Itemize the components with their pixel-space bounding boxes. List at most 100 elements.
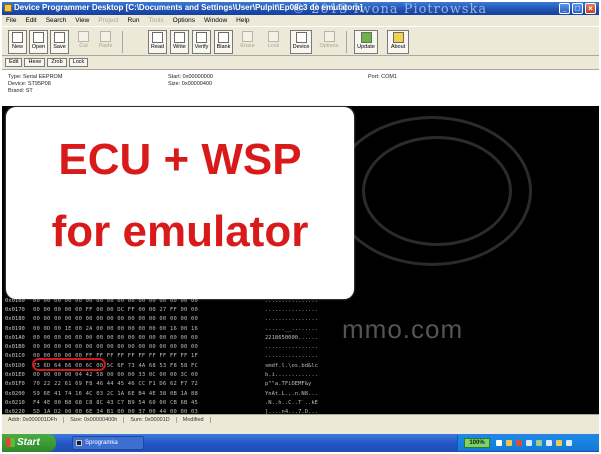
- hex-ascii[interactable]: ................: [265, 353, 345, 359]
- scissors-icon: [78, 31, 89, 42]
- hex-row[interactable]: 0x0190 00 0D 00 1E 00 2A 00 00 00 00 00 0…: [5, 324, 345, 333]
- hex-row[interactable]: 0x01E0 00 00 00 00 04 42 58 00 00 00 33 0…: [5, 370, 345, 379]
- title-bar: Device Programmer Desktop [C:\Documents …: [2, 2, 599, 17]
- hex-row[interactable]: 0x01A0 00 00 00 00 00 00 00 00 00 00 00 0…: [5, 333, 345, 342]
- save-button[interactable]: Save: [50, 30, 69, 54]
- hex-ascii[interactable]: .N..h..C..T`..kE: [265, 400, 345, 406]
- lock-button[interactable]: Lock: [264, 30, 283, 54]
- windows-flag-icon: [6, 438, 15, 447]
- update-button[interactable]: Update: [354, 30, 378, 54]
- hex-ascii[interactable]: smdf.l.\os.bd&lc: [265, 363, 345, 369]
- device-button[interactable]: Device: [290, 30, 312, 54]
- menu-window[interactable]: Window: [204, 17, 227, 24]
- menu-edit[interactable]: Edit: [25, 17, 36, 24]
- read-button[interactable]: Read: [148, 30, 167, 54]
- new-button[interactable]: New: [8, 30, 27, 54]
- hex-row[interactable]: 0x01B0 00 00 00 00 00 00 00 00 00 00 00 0…: [5, 342, 345, 351]
- clipboard-icon: [100, 31, 111, 42]
- tray-usb-icon[interactable]: [536, 440, 542, 446]
- open-button[interactable]: Open: [29, 30, 48, 54]
- device-info-middle: Start: 0x00000000 Size: 0x00000400: [168, 74, 213, 88]
- hex-bytes[interactable]: 59 6E 41 74 16 4C 03 2C 1A 6E B4 4E 38 0…: [33, 391, 265, 397]
- paste-label: Paste: [98, 43, 113, 49]
- hex-bytes[interactable]: 70 22 22 61 69 F8 46 44 45 46 CC F1 D6 6…: [33, 381, 265, 387]
- hex-address: 0x01D0: [5, 362, 25, 369]
- tray-network-icon[interactable]: [496, 440, 502, 446]
- menu-file[interactable]: File: [6, 17, 16, 24]
- hex-address: 0x0180: [5, 316, 25, 323]
- minimize-button[interactable]: _: [559, 3, 570, 14]
- maximize-button[interactable]: □: [572, 3, 583, 14]
- close-button[interactable]: ×: [585, 3, 596, 14]
- menu-options[interactable]: Options: [173, 17, 195, 24]
- tab-hexe[interactable]: Hexe: [24, 58, 46, 67]
- menu-run[interactable]: Run: [128, 17, 140, 24]
- eraser-icon: [242, 31, 253, 42]
- wing-logo-watermark-inner: [362, 136, 512, 246]
- hex-bytes[interactable]: 00 00 00 00 00 00 00 00 00 00 00 00 00 0…: [33, 335, 265, 341]
- tray-display-icon[interactable]: [546, 440, 552, 446]
- options-button[interactable]: Options: [318, 30, 340, 54]
- hex-bytes[interactable]: 00 00 00 00 00 00 00 00 00 00 00 00 00 0…: [33, 344, 265, 350]
- menu-search[interactable]: Search: [46, 17, 67, 24]
- hex-row[interactable]: 0x0200 59 6E 41 74 16 4C 03 2C 1A 6E B4 4…: [5, 389, 345, 398]
- hex-row[interactable]: 0x0210 F4 4E 00 B8 68 C8 8C 43 C7 B9 54 6…: [5, 398, 345, 407]
- menu-project[interactable]: Project: [98, 17, 118, 24]
- hex-ascii[interactable]: ......__........: [265, 326, 345, 332]
- tab-edit[interactable]: Edit: [5, 58, 23, 67]
- hex-row[interactable]: 0x0170 00 00 00 00 00 FF 00 00 DC FF 00 0…: [5, 305, 345, 314]
- menu-help[interactable]: Help: [236, 17, 249, 24]
- zoom-indicator[interactable]: 100%: [464, 438, 490, 448]
- device-info-right: Port: COM1: [368, 74, 397, 81]
- menu-bar: File Edit Search View Project Run Tools …: [2, 15, 599, 25]
- read-chip-icon: [152, 32, 163, 43]
- hex-row[interactable]: 0x01F0 70 22 22 61 69 F8 46 44 45 46 CC F…: [5, 380, 345, 389]
- hex-bytes[interactable]: 00 00 00 00 00 00 00 00 00 00 00 00 00 0…: [33, 316, 265, 322]
- hex-ascii[interactable]: ................: [265, 307, 345, 313]
- tray-app-icon[interactable]: [556, 440, 562, 446]
- hex-address: 0x01E0: [5, 372, 25, 379]
- hex-bytes[interactable]: F4 4E 00 B8 68 C8 8C 43 C7 B9 54 60 00 C…: [33, 400, 265, 406]
- options-icon: [323, 31, 335, 42]
- verify-button[interactable]: Verify: [192, 30, 211, 54]
- status-sum: Sum: 0x00001D: [124, 416, 177, 423]
- blank-check-icon: [218, 32, 229, 43]
- hex-address: 0x01A0: [5, 334, 25, 341]
- lock-icon: [268, 31, 279, 42]
- hex-bytes[interactable]: 00 0D 00 1E 00 2A 00 00 00 00 00 00 00 1…: [33, 326, 265, 332]
- hex-address: 0x01C0: [5, 353, 25, 360]
- erase-button[interactable]: Erase: [238, 30, 257, 54]
- hex-bytes[interactable]: 00 00 00 00 00 FF 00 00 DC FF 00 00 27 F…: [33, 307, 265, 313]
- blank-button[interactable]: Blank: [214, 30, 233, 54]
- tab-zrob[interactable]: Zrob: [47, 58, 67, 67]
- taskbar-app-button[interactable]: Sprogramka: [72, 436, 144, 450]
- toolbar-separator: [346, 31, 347, 53]
- tray-volume-icon[interactable]: [526, 440, 532, 446]
- menu-view[interactable]: View: [75, 17, 89, 24]
- hex-ascii[interactable]: YnAt.L.,.n.N8...: [265, 391, 345, 397]
- cut-button[interactable]: Cut: [74, 30, 93, 54]
- tab-lock[interactable]: Lock: [68, 58, 89, 67]
- hex-row[interactable]: 0x0180 00 00 00 00 00 00 00 00 00 00 00 0…: [5, 315, 345, 324]
- hex-ascii[interactable]: b.i.............: [265, 372, 345, 378]
- hex-bytes[interactable]: 00 00 00 00 04 42 58 00 00 00 33 0C 00 0…: [33, 372, 265, 378]
- hex-ascii[interactable]: ................: [265, 344, 345, 350]
- tray-clock-icon[interactable]: [566, 440, 572, 446]
- about-button[interactable]: About: [387, 30, 409, 54]
- tray-shield-icon[interactable]: [506, 440, 512, 446]
- write-button[interactable]: Write: [170, 30, 189, 54]
- device-start: Start: 0x00000000: [168, 74, 213, 80]
- hex-address: 0x0210: [5, 399, 25, 406]
- paste-button[interactable]: Paste: [96, 30, 115, 54]
- hex-ascii[interactable]: 2218650000......: [265, 335, 345, 341]
- hex-ascii[interactable]: ................: [265, 316, 345, 322]
- start-button[interactable]: Start: [2, 434, 56, 452]
- menu-tools[interactable]: Tools: [148, 17, 163, 24]
- tray-alert-icon[interactable]: [516, 440, 522, 446]
- hex-ascii[interactable]: p""a.TFiDEMF&y: [265, 381, 345, 387]
- view-tabs: Edit Hexe Zrob Lock: [5, 58, 89, 67]
- verify-icon: [196, 32, 207, 43]
- toolbar-separator: [122, 31, 123, 53]
- write-chip-icon: [174, 32, 185, 43]
- write-label: Write: [173, 44, 186, 50]
